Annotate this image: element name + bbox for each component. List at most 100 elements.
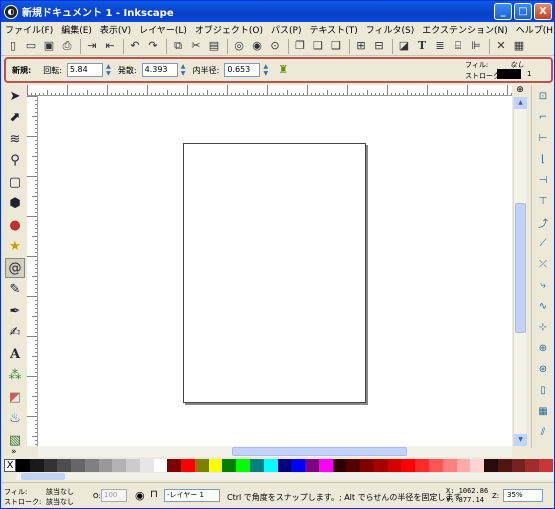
menu-view[interactable]: 表示(V)	[100, 23, 131, 36]
reset-broom-icon[interactable]: ♜	[275, 62, 291, 78]
palette-swatch[interactable]	[16, 459, 30, 472]
scroll-down-icon[interactable]: ▼	[514, 434, 527, 446]
menu-layer[interactable]: レイヤー(L)	[139, 23, 187, 36]
star-icon[interactable]: ★	[5, 237, 25, 257]
selector-arrow-icon[interactable]: ➤	[5, 86, 25, 106]
no-paint-swatch[interactable]: X	[4, 459, 16, 472]
menu-help[interactable]: ヘルプ(H)	[516, 23, 554, 36]
palette-swatch[interactable]	[373, 459, 388, 472]
duplicate-icon[interactable]: ❐	[292, 38, 308, 54]
minimize-button[interactable]: _	[494, 3, 512, 20]
palette-swatch[interactable]	[98, 459, 113, 472]
palette-swatch[interactable]	[428, 459, 443, 472]
menu-extensions[interactable]: エクステンション(N)	[422, 23, 508, 36]
palette-swatch[interactable]	[277, 459, 292, 472]
text-tool-icon[interactable]: A	[5, 344, 25, 364]
palette-swatch[interactable]	[291, 459, 306, 472]
snap-smooth-icon[interactable]: ∿	[534, 297, 552, 315]
snap-bbox-icon[interactable]: ⌐	[534, 108, 552, 126]
print-icon[interactable]: ⎙	[59, 38, 75, 54]
palette-swatch[interactable]	[236, 459, 251, 472]
opacity-input[interactable]: 100	[101, 489, 127, 502]
snap-guide-icon[interactable]: ⫽	[534, 423, 552, 441]
palette-swatch[interactable]	[470, 459, 485, 472]
menu-path[interactable]: パス(P)	[271, 23, 301, 36]
snap-grid-icon[interactable]: ▦	[534, 402, 552, 420]
snap-enable-icon[interactable]: ⊡	[534, 87, 552, 105]
layers-icon[interactable]: ≣	[432, 38, 448, 54]
palette-swatch[interactable]	[539, 459, 553, 472]
palette-swatch[interactable]	[222, 459, 237, 472]
layer-selector[interactable]: -レイヤー 1	[164, 489, 220, 502]
unlink-clone-icon[interactable]: ❑	[328, 38, 344, 54]
lock-icon[interactable]: ⊓	[150, 489, 158, 500]
palette-swatch[interactable]	[153, 459, 168, 472]
stroke-swatch[interactable]	[497, 69, 521, 79]
ungroup-icon[interactable]: ⊟	[371, 38, 387, 54]
copy-icon[interactable]: ⧉	[170, 38, 186, 54]
cut-icon[interactable]: ✂	[188, 38, 204, 54]
zoom-selection-icon[interactable]: ◎	[231, 38, 247, 54]
rotation-input[interactable]: 5.84	[66, 63, 103, 77]
palette-swatch[interactable]	[139, 459, 154, 472]
snap-bbox-center-icon[interactable]: ⊤	[534, 192, 552, 210]
menu-text[interactable]: テキスト(T)	[309, 23, 357, 36]
palette-swatch[interactable]	[250, 459, 264, 472]
snap-path-icon[interactable]: ⟋	[534, 234, 552, 252]
zoom-icon[interactable]: ⚲	[5, 151, 25, 171]
stroke-width[interactable]: 1	[527, 70, 531, 78]
rotation-spin-buttons[interactable]: ▲ ▼	[105, 63, 112, 77]
palette-swatch[interactable]	[208, 459, 223, 472]
document-properties-icon[interactable]: ▦	[511, 38, 527, 54]
palette-scrollbar[interactable]	[16, 473, 553, 480]
node-editor-icon[interactable]: ⬈	[5, 108, 25, 128]
redo-icon[interactable]: ↷	[145, 38, 161, 54]
menu-object[interactable]: オブジェクト(O)	[195, 23, 263, 36]
palette-swatch[interactable]	[456, 459, 471, 472]
rectangle-icon[interactable]: ▢	[5, 172, 25, 192]
palette-swatch[interactable]	[84, 459, 99, 472]
vertical-scroll-thumb[interactable]	[515, 203, 526, 333]
divergence-spin-buttons[interactable]: ▲ ▼	[180, 63, 187, 77]
calligraphy-icon[interactable]: ✍	[5, 323, 25, 343]
palette-swatch[interactable]	[401, 459, 416, 472]
horizontal-scrollbar[interactable]	[38, 446, 512, 457]
snap-bbox-corner-icon[interactable]: ⌊	[534, 150, 552, 168]
palette-swatch[interactable]	[194, 459, 209, 472]
3d-box-icon[interactable]: ⬢	[5, 194, 25, 214]
divergence-input[interactable]: 4.393	[141, 63, 178, 77]
snap-rotation-center-icon[interactable]: ⊛	[534, 360, 552, 378]
scroll-up-icon[interactable]: ▲	[514, 97, 527, 109]
palette-swatch[interactable]	[318, 459, 333, 472]
fill-stroke-icon[interactable]: ◪	[396, 38, 412, 54]
snap-page-border-icon[interactable]: ▯	[534, 381, 552, 399]
zoom-input[interactable]: 35%	[503, 489, 543, 502]
palette-swatch[interactable]	[415, 459, 429, 472]
close-button[interactable]: X	[534, 3, 552, 20]
text-font-icon[interactable]: T	[414, 38, 430, 54]
menu-file[interactable]: ファイル(F)	[5, 23, 53, 36]
vertical-scrollbar[interactable]: ▲ ▼	[513, 97, 527, 446]
eye-visibility-icon[interactable]: ◉	[135, 489, 145, 502]
inner-radius-spin-buttons[interactable]: ▲ ▼	[262, 63, 269, 77]
toolbox-more-button[interactable]: »	[11, 447, 17, 457]
snap-nodes-icon[interactable]: ⤴	[534, 213, 552, 231]
snap-bbox-edge-icon[interactable]: ⊢	[534, 129, 552, 147]
palette-swatch[interactable]	[442, 459, 457, 472]
palette-swatch[interactable]	[43, 459, 58, 472]
vertical-ruler[interactable]	[27, 96, 38, 446]
undo-icon[interactable]: ↶	[127, 38, 143, 54]
import-icon[interactable]: ⇥	[84, 38, 100, 54]
spray-icon[interactable]: ⁂	[5, 366, 25, 386]
palette-scroll-thumb[interactable]	[21, 473, 65, 480]
palette-swatch[interactable]	[305, 459, 319, 472]
open-icon[interactable]: ▭	[23, 38, 39, 54]
snap-intersection-icon[interactable]: ⤫	[534, 255, 552, 273]
palette-swatch[interactable]	[112, 459, 127, 472]
palette-swatch[interactable]	[346, 459, 361, 472]
palette-swatch[interactable]	[387, 459, 402, 472]
snap-cusp-icon[interactable]: ⤷	[534, 276, 552, 294]
paste-icon[interactable]: ▤	[206, 38, 222, 54]
menu-edit[interactable]: 編集(E)	[61, 23, 92, 36]
export-icon[interactable]: ⇤	[102, 38, 118, 54]
